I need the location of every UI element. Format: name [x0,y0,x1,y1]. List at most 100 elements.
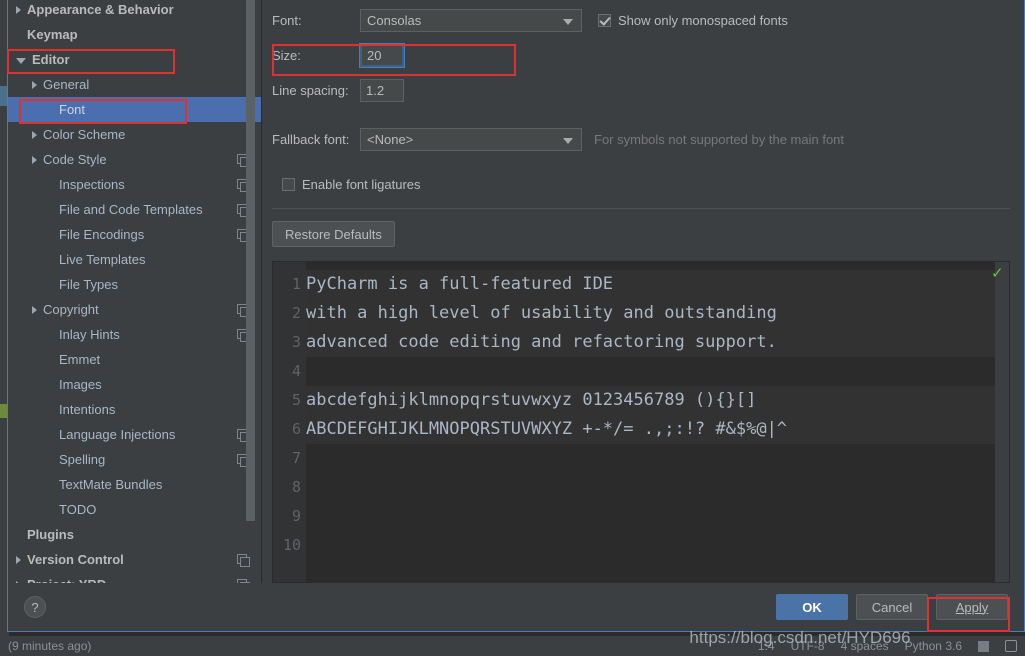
ide-status-bar: (9 minutes ago) 1:4 UTF-8 4 spaces Pytho… [0,636,1025,656]
preview-line: with a high level of usability and outst… [306,299,995,328]
cancel-button[interactable]: Cancel [856,594,928,620]
fallback-font-combobox[interactable]: <None> [360,128,582,151]
sidebar-item-version-control[interactable]: Version Control [8,547,261,572]
font-settings-pane: Font: Consolas Show only monospaced font… [261,0,1024,583]
show-monospaced-label: Show only monospaced fonts [618,13,788,28]
sidebar-item-font[interactable]: Font [8,97,261,122]
sidebar-item-editor[interactable]: Editor [8,47,261,72]
sidebar-item-label: TODO [59,502,97,517]
line-number: 3 [291,333,301,351]
enable-ligatures-checkbox[interactable]: Enable font ligatures [282,177,1010,192]
settings-tree[interactable]: Appearance & Behavior Keymap Editor General… [8,0,261,583]
chevron-right-icon [32,80,37,89]
preview-line [306,531,995,560]
sidebar-item-general[interactable]: General [8,72,261,97]
inspection-ok-check-icon: ✓ [991,265,1004,282]
sidebar-item-label: Plugins [27,527,74,542]
status-caret-position[interactable]: 1:4 [758,639,775,653]
sidebar-item-label: File Types [59,277,119,292]
preview-line: abcdefghijklmnopqrstuvwxyz 0123456789 ()… [306,386,995,415]
line-spacing-row: Line spacing: 1.2 [272,79,1010,102]
sidebar-item-color-scheme[interactable]: Color Scheme [8,122,261,147]
enable-ligatures-label: Enable font ligatures [302,177,421,192]
chevron-right-icon [16,5,21,14]
status-right-group: 1:4 UTF-8 4 spaces Python 3.6 [758,639,1017,653]
sidebar-item-language-injections[interactable]: Language Injections [8,422,261,447]
restore-defaults-button[interactable]: Restore Defaults [272,221,395,247]
sidebar-item-copyright[interactable]: Copyright [8,297,261,322]
sidebar-item-todo[interactable]: TODO [8,497,261,522]
lock-icon[interactable] [978,640,989,652]
sidebar-item-label: General [43,77,90,92]
sidebar-item-intentions[interactable]: Intentions [8,397,261,422]
preview-line: advanced code editing and refactoring su… [306,328,995,357]
copy-settings-icon[interactable] [237,553,250,567]
sidebar-item-spelling[interactable]: Spelling [8,447,261,472]
line-spacing-input[interactable]: 1.2 [360,79,404,102]
settings-dialog: Appearance & Behavior Keymap Editor General… [7,0,1025,632]
size-row: Size: 20 [272,43,1010,68]
preview-line: ABCDEFGHIJKLMNOPQRSTUVWXYZ +-*/= .,;:!? … [306,415,995,444]
chevron-right-icon [16,555,21,564]
font-family-value: Consolas [367,13,422,28]
sidebar-item-appearance-behavior[interactable]: Appearance & Behavior [8,0,261,22]
sidebar-scrollbar-thumb[interactable] [246,0,255,521]
sidebar-item-label: Color Scheme [43,127,126,142]
sidebar-item-label: Keymap [27,27,78,42]
line-number: 9 [291,507,301,525]
sidebar-item-project-ybd[interactable]: Project: YBD [8,572,261,583]
sidebar-item-live-templates[interactable]: Live Templates [8,247,261,272]
checkmark-icon [598,14,611,27]
sidebar-item-code-style[interactable]: Code Style [8,147,261,172]
sidebar-item-label: Version Control [27,552,124,567]
line-number: 7 [291,449,301,467]
sidebar-item-label: Code Style [43,152,107,167]
line-number: 10 [282,536,301,554]
preview-code-text[interactable]: PyCharm is a full-featured IDE with a hig… [306,262,995,582]
chevron-down-icon [563,19,573,25]
sidebar-item-textmate-bundles[interactable]: TextMate Bundles [8,472,261,497]
apply-button[interactable]: Apply [936,594,1008,620]
status-interpreter[interactable]: Python 3.6 [905,639,962,653]
sidebar-item-label: Appearance & Behavior [27,2,174,17]
sidebar-item-images[interactable]: Images [8,372,261,397]
ide-strip-accent-top [0,86,7,106]
chevron-down-icon [563,138,573,144]
font-size-input[interactable]: 20 [359,43,405,68]
font-family-combobox[interactable]: Consolas [360,9,582,32]
chevron-down-icon [16,58,26,64]
sidebar-item-file-and-code-templates[interactable]: File and Code Templates [8,197,261,222]
fallback-font-value: <None> [367,132,414,147]
status-encoding[interactable]: UTF-8 [791,639,825,653]
line-spacing-value: 1.2 [366,83,385,98]
show-monospaced-checkbox[interactable]: Show only monospaced fonts [598,13,788,28]
settings-tree-sidebar[interactable]: Appearance & Behavior Keymap Editor General… [8,0,261,583]
sidebar-item-label: TextMate Bundles [59,477,163,492]
fallback-font-hint: For symbols not supported by the main fo… [594,132,845,147]
sidebar-item-label: Font [59,102,86,117]
size-label: Size: [272,48,301,63]
font-preview-editor[interactable]: 1 2 3 4 5 6 7 8 9 10 PyCharm is a full-featured I… [272,261,1010,583]
line-number: 8 [291,478,301,496]
sidebar-item-emmet[interactable]: Emmet [8,347,261,372]
font-size-value: 20 [367,48,382,63]
sidebar-item-keymap[interactable]: Keymap [8,22,261,47]
preview-line [306,444,995,473]
status-indent[interactable]: 4 spaces [841,639,889,653]
ok-button[interactable]: OK [776,594,848,620]
help-button[interactable]: ? [24,596,46,618]
sidebar-item-label: File Encodings [59,227,145,242]
sidebar-item-file-encodings[interactable]: File Encodings [8,222,261,247]
sidebar-item-inspections[interactable]: Inspections [8,172,261,197]
sidebar-item-label: Language Injections [59,427,176,442]
dialog-body: Appearance & Behavior Keymap Editor General… [8,0,1024,583]
sidebar-item-label: Spelling [59,452,106,467]
line-number: 6 [291,420,301,438]
sidebar-item-inlay-hints[interactable]: Inlay Hints [8,322,261,347]
event-log-icon[interactable] [1005,640,1017,652]
sidebar-item-file-types[interactable]: File Types [8,272,261,297]
sidebar-item-plugins[interactable]: Plugins [8,522,261,547]
line-number: 4 [291,362,301,380]
line-number: 1 [291,275,301,293]
inspection-marker-bar[interactable]: ✓ [991,262,1009,582]
